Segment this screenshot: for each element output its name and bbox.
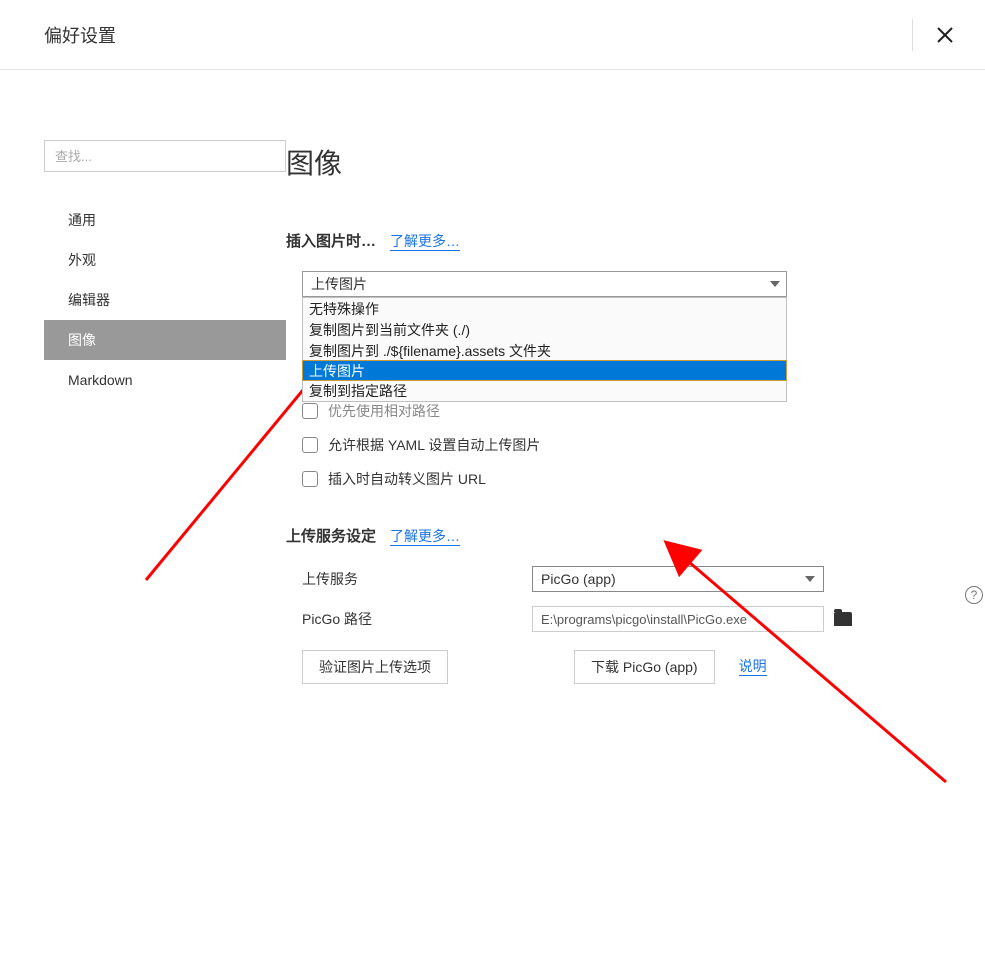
header-right (912, 19, 957, 51)
checkbox-auto-escape-url[interactable]: 插入时自动转义图片 URL (302, 469, 945, 489)
picgo-path-row: PicGo 路径 (302, 606, 945, 632)
header-divider (912, 19, 913, 51)
upload-section-label: 上传服务设定 (286, 525, 376, 546)
dropdown-option-copy-current[interactable]: 复制图片到当前文件夹 (./) (303, 319, 786, 340)
insert-action-select-display[interactable]: 上传图片 (302, 271, 787, 297)
checkbox-group: 优先使用相对路径 允许根据 YAML 设置自动上传图片 插入时自动转义图片 UR… (302, 401, 945, 489)
verify-button-label: 验证图片上传选项 (319, 657, 431, 677)
sidebar-nav: 通用 外观 编辑器 图像 Markdown (44, 200, 286, 400)
checkbox-relative-path[interactable]: 优先使用相对路径 (302, 401, 945, 421)
insert-action-dropdown: 无特殊操作 复制图片到当前文件夹 (./) 复制图片到 ./${filename… (302, 297, 787, 402)
checkbox-label: 插入时自动转义图片 URL (328, 469, 486, 489)
dropdown-option-none[interactable]: 无特殊操作 (303, 298, 786, 319)
verify-upload-button[interactable]: 验证图片上传选项 (302, 650, 448, 684)
checkbox-label: 优先使用相对路径 (328, 401, 440, 421)
sidebar-item-appearance[interactable]: 外观 (44, 240, 286, 280)
search-input[interactable] (44, 140, 286, 172)
upload-section-header: 上传服务设定 了解更多… (286, 525, 945, 556)
main-panel: 图像 插入图片时… 了解更多… 上传图片 无特殊操作 复制图片到当前文件夹 (.… (286, 140, 985, 684)
insert-action-selected-value: 上传图片 (311, 274, 367, 294)
upload-service-value: PicGo (app) (541, 571, 616, 587)
upload-service-row: 上传服务 PicGo (app) (302, 566, 945, 592)
upload-learn-more-link[interactable]: 了解更多… (390, 528, 460, 546)
dropdown-option-copy-path[interactable]: 复制到指定路径 (303, 380, 786, 401)
sidebar-item-image[interactable]: 图像 (44, 320, 286, 360)
insert-section-header: 插入图片时… 了解更多… (286, 230, 945, 261)
body: 通用 外观 编辑器 图像 Markdown 图像 插入图片时… 了解更多… 上传… (0, 70, 985, 684)
sidebar-item-label: Markdown (68, 372, 133, 388)
insert-action-select[interactable]: 上传图片 无特殊操作 复制图片到当前文件夹 (./) 复制图片到 ./${fil… (302, 271, 787, 297)
download-button-label: 下载 PicGo (app) (591, 657, 698, 677)
insert-section-label: 插入图片时… (286, 230, 376, 251)
checkbox-icon (302, 471, 318, 487)
picgo-path-input[interactable] (532, 606, 824, 632)
upload-service-label: 上传服务 (302, 569, 532, 589)
insert-learn-more-link[interactable]: 了解更多… (390, 233, 460, 251)
checkbox-icon (302, 403, 318, 419)
sidebar-item-label: 编辑器 (68, 290, 110, 310)
instructions-link[interactable]: 说明 (739, 658, 767, 676)
checkbox-label: 允许根据 YAML 设置自动上传图片 (328, 435, 540, 455)
help-icon[interactable]: ? (965, 586, 983, 604)
sidebar-item-general[interactable]: 通用 (44, 200, 286, 240)
sidebar-item-label: 外观 (68, 250, 96, 270)
download-picgo-button[interactable]: 下载 PicGo (app) (574, 650, 715, 684)
checkbox-yaml-auto-upload[interactable]: 允许根据 YAML 设置自动上传图片 (302, 435, 945, 455)
dropdown-option-upload[interactable]: 上传图片 (302, 360, 787, 381)
chevron-down-icon (770, 281, 780, 287)
sidebar-item-editor[interactable]: 编辑器 (44, 280, 286, 320)
close-icon[interactable] (933, 23, 957, 47)
sidebar-item-label: 通用 (68, 210, 96, 230)
sidebar-item-label: 图像 (68, 330, 96, 350)
button-row: 验证图片上传选项 下载 PicGo (app) 说明 (302, 650, 945, 684)
checkbox-icon (302, 437, 318, 453)
header-bar: 偏好设置 (0, 0, 985, 70)
folder-icon[interactable] (834, 612, 852, 626)
upload-service-select[interactable]: PicGo (app) (532, 566, 824, 592)
upload-settings-section: 上传服务设定 了解更多… 上传服务 PicGo (app) PicGo 路径 验… (286, 525, 945, 684)
page-title: 图像 (286, 142, 945, 182)
chevron-down-icon (805, 576, 815, 582)
sidebar: 通用 外观 编辑器 图像 Markdown (0, 140, 286, 684)
window-title: 偏好设置 (44, 22, 116, 48)
sidebar-item-markdown[interactable]: Markdown (44, 360, 286, 400)
dropdown-option-copy-assets[interactable]: 复制图片到 ./${filename}.assets 文件夹 (303, 340, 786, 361)
picgo-path-label: PicGo 路径 (302, 609, 532, 629)
